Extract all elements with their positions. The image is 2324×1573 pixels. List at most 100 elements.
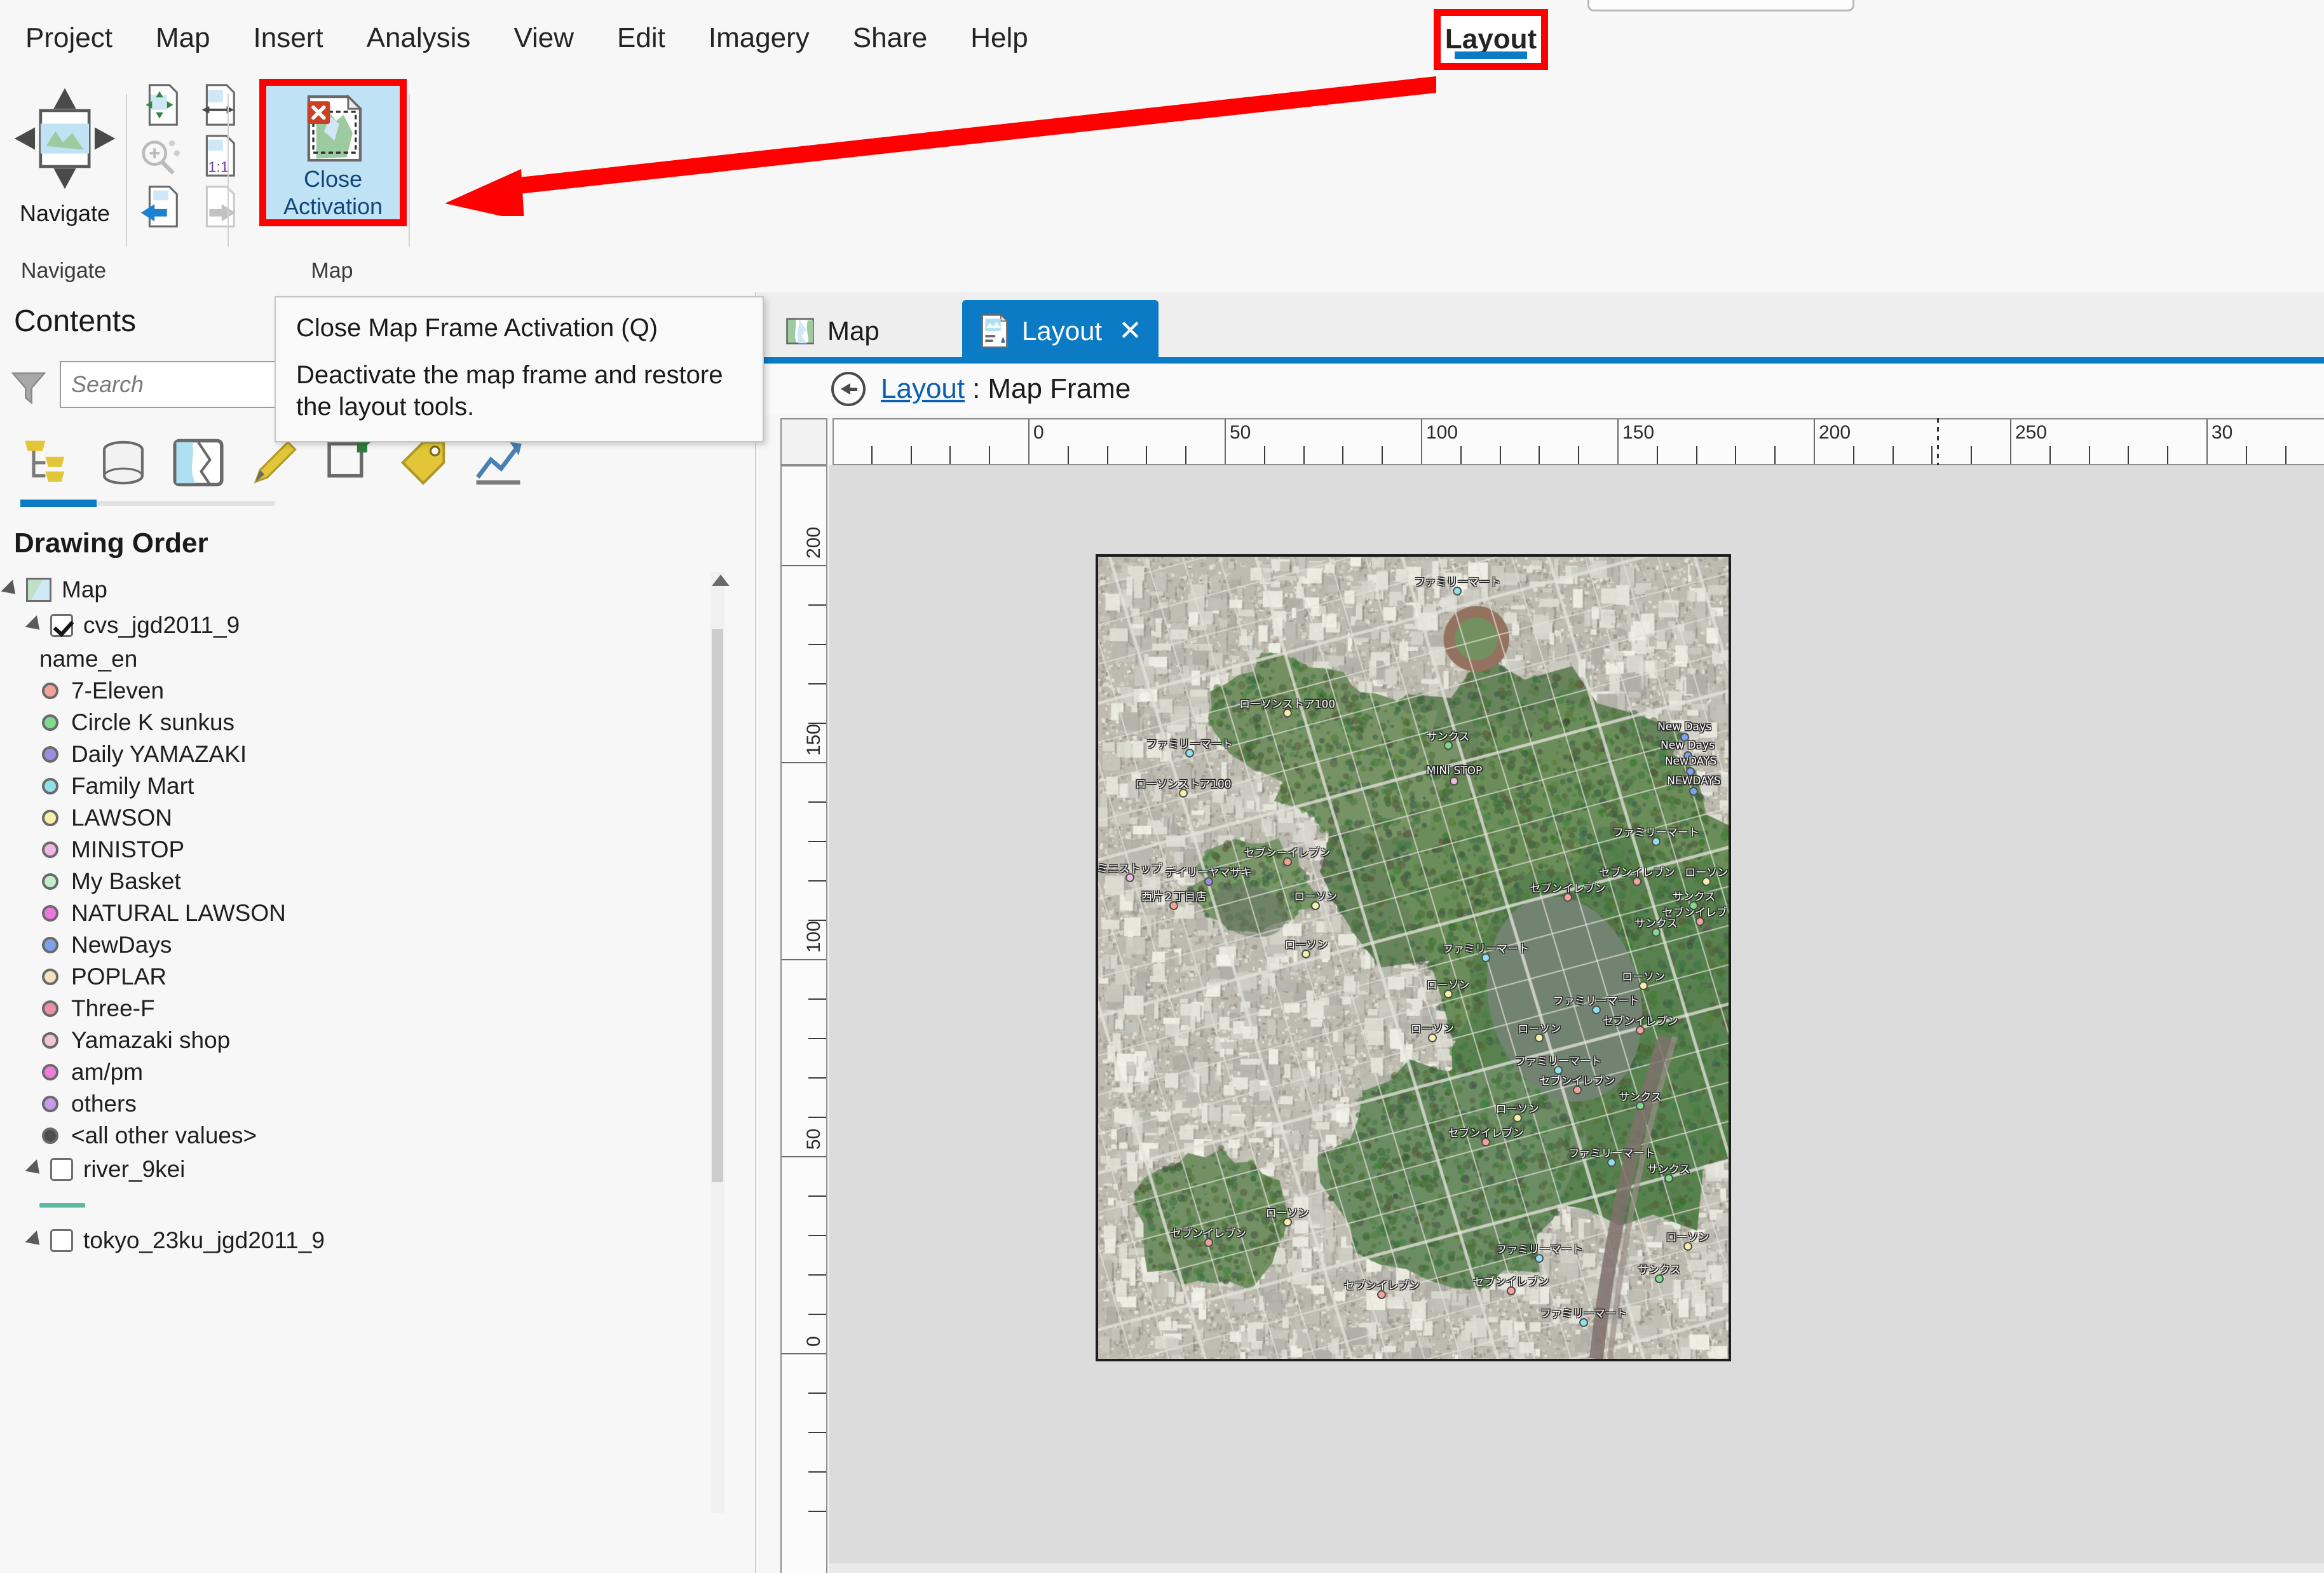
tab-data-source[interactable] (94, 433, 153, 492)
map-point-marker[interactable] (1591, 1005, 1601, 1015)
map-point-marker[interactable] (1654, 1274, 1664, 1283)
ribbon-tab-insert[interactable]: Insert (254, 0, 323, 76)
ribbon-tab-map[interactable]: Map (156, 0, 210, 76)
legend-symbol-row[interactable]: Circle K sunkus (0, 707, 731, 739)
legend-symbol-row[interactable]: Family Mart (0, 770, 731, 802)
fixed-zoom-page-button[interactable] (135, 80, 184, 130)
map-point-marker[interactable] (1377, 1290, 1387, 1300)
layer-tree-item-layer[interactable]: river_9kei (0, 1152, 731, 1187)
layer-visibility-checkbox[interactable] (50, 1158, 73, 1181)
layer-visibility-checkbox[interactable] (50, 1229, 73, 1252)
map-point-marker[interactable] (1683, 1242, 1692, 1251)
legend-symbol-row[interactable]: LAWSON (0, 802, 731, 834)
ribbon-tab-edit[interactable]: Edit (617, 0, 665, 76)
map-point-marker[interactable] (1125, 873, 1134, 882)
map-point-marker[interactable] (1651, 837, 1661, 846)
layout-page[interactable]: ミニストップ 西片２丁目店 セブン－イレブン ファミリーマート ローソンストア100 サン… (1096, 554, 1731, 1361)
map-point-marker[interactable] (1204, 877, 1213, 887)
ribbon-tab-view[interactable]: View (513, 0, 574, 76)
layer-tree-item-field[interactable]: name_en (0, 643, 731, 675)
vertical-ruler[interactable]: 200 150 100 50 0 (780, 465, 827, 1573)
map-point-marker[interactable] (1169, 901, 1179, 910)
close-activation-button[interactable]: Close Activation (266, 86, 400, 219)
ribbon-tab-imagery[interactable]: Imagery (709, 0, 810, 76)
expand-triangle-icon[interactable] (25, 1230, 46, 1251)
map-point-marker[interactable] (1636, 1025, 1645, 1035)
map-point-marker[interactable] (1512, 1113, 1522, 1123)
legend-symbol-row[interactable]: NATURAL LAWSON (0, 897, 731, 929)
expand-triangle-icon[interactable] (1, 580, 22, 600)
ribbon-tab-layout[interactable]: Layout (1441, 16, 1541, 63)
breadcrumb-root-link[interactable]: Layout (881, 373, 965, 405)
legend-symbol-row[interactable]: MINISTOP (0, 834, 731, 866)
legend-symbol-row[interactable]: <all other values> (0, 1120, 731, 1152)
map-point-marker[interactable] (1450, 777, 1459, 786)
map-point-marker[interactable] (1453, 587, 1462, 596)
full-extent-page-button[interactable] (192, 80, 241, 130)
layer-visibility-checkbox[interactable] (50, 614, 73, 637)
map-point-marker[interactable] (1185, 749, 1194, 758)
filter-icon[interactable] (9, 367, 48, 407)
contents-scrollbar-thumb[interactable] (712, 629, 723, 1182)
map-point-marker[interactable] (1636, 1101, 1645, 1111)
navigate-button[interactable]: Navigate (9, 83, 121, 229)
legend-symbol-row[interactable]: 7-Eleven (0, 675, 731, 707)
map-point-marker[interactable] (1282, 1218, 1292, 1227)
map-point-marker[interactable] (1572, 1086, 1582, 1095)
map-point-marker[interactable] (1311, 901, 1321, 910)
legend-symbol-row[interactable]: My Basket (0, 866, 731, 897)
map-point-marker[interactable] (1282, 709, 1292, 718)
map-point-marker[interactable] (1427, 1033, 1437, 1043)
legend-symbol-row[interactable]: others (0, 1088, 731, 1120)
map-point-marker[interactable] (1443, 740, 1453, 750)
close-icon[interactable]: ✕ (1118, 317, 1142, 345)
map-point-marker[interactable] (1481, 1138, 1491, 1147)
map-point-marker[interactable] (1178, 789, 1188, 798)
legend-symbol-row[interactable]: NewDays (0, 929, 731, 961)
map-point-marker[interactable] (1607, 1157, 1617, 1167)
map-point-marker[interactable] (1689, 786, 1699, 796)
tab-selection[interactable] (169, 433, 228, 492)
scroll-up-arrow-icon[interactable] (712, 575, 730, 586)
expand-triangle-icon[interactable] (25, 615, 46, 636)
view-tab-map[interactable]: Map (769, 303, 895, 360)
tab-drawing-order[interactable] (19, 433, 78, 492)
ribbon-tab-project[interactable]: Project (25, 0, 112, 76)
map-point-marker[interactable] (1535, 1254, 1544, 1263)
expand-triangle-icon[interactable] (25, 1159, 46, 1180)
layout-canvas[interactable]: ミニストップ 西片２丁目店 セブン－イレブン ファミリーマート ローソンストア100 サン… (829, 465, 2324, 1573)
ribbon-tab-share[interactable]: Share (853, 0, 927, 76)
horizontal-ruler[interactable]: 0 50 100 150 200 250 30 (832, 418, 2324, 465)
map-point-marker[interactable] (1664, 1174, 1673, 1183)
legend-symbol-row[interactable]: Daily YAMAZAKI (0, 739, 731, 770)
map-point-marker[interactable] (1563, 893, 1573, 902)
layer-tree-item-layer[interactable]: tokyo_23ku_jgd2011_9 (0, 1223, 731, 1258)
legend-line-symbol-row[interactable] (0, 1187, 731, 1223)
map-frame[interactable]: ミニストップ 西片２丁目店 セブン－イレブン ファミリーマート ローソンストア100 サン… (1096, 554, 1731, 1361)
view-horizontal-scrollbar[interactable] (829, 1563, 2324, 1573)
map-point-marker[interactable] (1579, 1318, 1588, 1328)
layer-tree-item-map[interactable]: Map (0, 572, 731, 608)
map-point-marker[interactable] (1301, 949, 1311, 958)
map-point-marker[interactable] (1443, 989, 1453, 998)
map-point-marker[interactable] (1204, 1238, 1213, 1247)
map-point-marker[interactable] (1639, 981, 1648, 991)
map-point-marker[interactable] (1282, 857, 1292, 866)
map-point-marker[interactable] (1481, 953, 1491, 962)
map-point-marker[interactable] (1506, 1286, 1516, 1295)
map-point-marker[interactable] (1695, 917, 1705, 927)
view-tab-layout[interactable]: Layout ✕ (962, 300, 1159, 362)
map-point-marker[interactable] (1651, 927, 1661, 937)
legend-symbol-row[interactable]: am/pm (0, 1056, 731, 1088)
legend-symbol-row[interactable]: Yamazaki shop (0, 1025, 731, 1056)
map-point-marker[interactable] (1535, 1033, 1544, 1043)
scale-1to1-button[interactable]: 1:1 (192, 131, 241, 180)
back-arrow-icon[interactable] (831, 372, 866, 406)
vertical-guide-line[interactable] (1937, 418, 1939, 465)
legend-symbol-row[interactable]: Three-F (0, 993, 731, 1025)
layer-tree-item-layer[interactable]: cvs_jgd2011_9 (0, 608, 731, 643)
legend-symbol-row[interactable]: POPLAR (0, 961, 731, 993)
previous-extent-button[interactable] (135, 182, 184, 231)
map-point-marker[interactable] (1702, 877, 1711, 887)
ribbon-tab-help[interactable]: Help (970, 0, 1028, 76)
